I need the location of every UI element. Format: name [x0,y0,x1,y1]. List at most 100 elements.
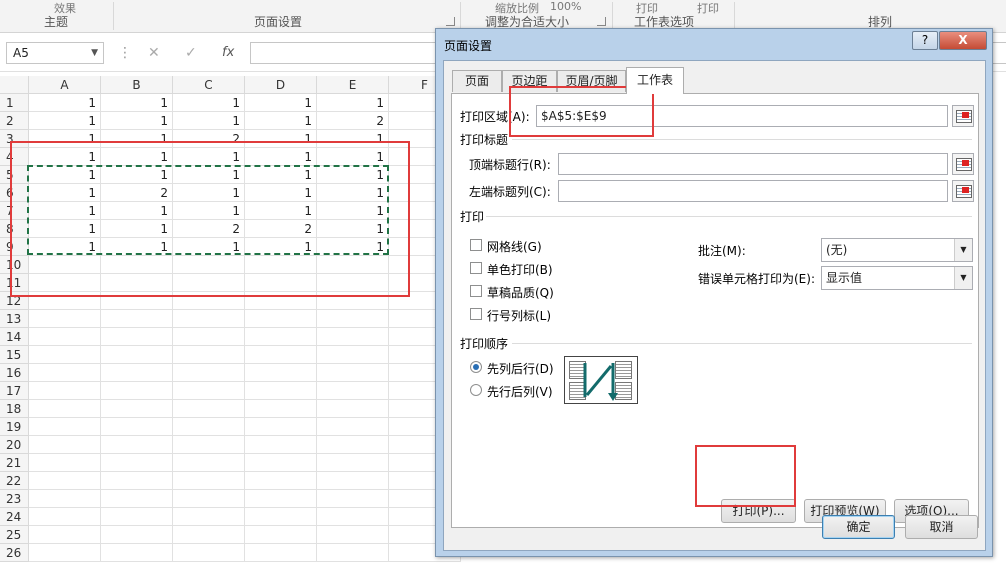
cell[interactable] [245,364,317,382]
cell[interactable] [101,490,173,508]
cell[interactable] [29,490,101,508]
left-columns-input[interactable] [558,180,948,202]
cell[interactable] [101,364,173,382]
row-header[interactable]: 18 [0,400,29,418]
cell[interactable] [173,364,245,382]
cell[interactable] [317,508,389,526]
chevron-down-icon[interactable]: ▼ [91,43,98,63]
cell[interactable] [29,364,101,382]
cell[interactable] [29,400,101,418]
row-header[interactable]: 24 [0,508,29,526]
cell[interactable]: 1 [173,94,245,112]
cell[interactable] [29,436,101,454]
row-header[interactable]: 14 [0,328,29,346]
help-button[interactable]: ? [912,31,938,50]
over-then-down-radio[interactable] [470,384,482,396]
cell[interactable] [317,328,389,346]
page-setup-launcher-icon[interactable] [446,17,455,26]
cell[interactable] [29,544,101,562]
cell[interactable] [101,382,173,400]
fx-icon[interactable]: fx [222,45,234,60]
cell[interactable] [317,364,389,382]
cell[interactable] [101,526,173,544]
row-header[interactable]: 15 [0,346,29,364]
cell[interactable] [173,526,245,544]
cell[interactable] [101,454,173,472]
select-all-corner[interactable] [0,76,29,94]
scale-launcher-icon[interactable] [597,17,606,26]
cell[interactable] [245,400,317,418]
cell[interactable] [317,436,389,454]
comments-select[interactable]: (无) ▼ [821,238,973,262]
collapse-dialog-icon[interactable] [952,105,974,127]
cell[interactable] [173,472,245,490]
tab-page[interactable]: 页面 [452,70,502,92]
cell[interactable] [101,472,173,490]
more-options-icon[interactable]: ⋮ [118,45,132,61]
ribbon-scale-value[interactable]: 100% [550,0,581,13]
cell[interactable] [245,490,317,508]
cell[interactable]: 1 [101,94,173,112]
chevron-down-icon[interactable]: ▼ [954,267,972,289]
cell[interactable] [245,472,317,490]
row-header[interactable]: 1 [0,94,29,112]
cell[interactable]: 1 [101,112,173,130]
column-header[interactable]: A [29,76,101,94]
cell[interactable] [317,418,389,436]
cell[interactable] [245,346,317,364]
row-header[interactable]: 21 [0,454,29,472]
cell[interactable] [29,508,101,526]
ok-button[interactable]: 确定 [822,515,895,539]
cancel-icon[interactable]: ✕ [148,45,160,61]
cell[interactable] [101,508,173,526]
cell[interactable] [101,328,173,346]
cell[interactable] [317,454,389,472]
cell[interactable] [101,544,173,562]
cell[interactable] [173,490,245,508]
cell[interactable] [317,346,389,364]
row-header[interactable]: 20 [0,436,29,454]
draft-quality-checkbox[interactable] [470,285,482,297]
column-header[interactable]: D [245,76,317,94]
cell[interactable]: 2 [317,112,389,130]
close-button[interactable]: X [939,31,987,50]
cell[interactable] [317,400,389,418]
row-header[interactable]: 19 [0,418,29,436]
column-header[interactable]: C [173,76,245,94]
cell[interactable] [245,382,317,400]
cell-errors-select[interactable]: 显示值 ▼ [821,266,973,290]
row-header[interactable]: 23 [0,490,29,508]
cell[interactable] [173,382,245,400]
row-header[interactable]: 2 [0,112,29,130]
cell[interactable] [29,472,101,490]
cell[interactable] [173,328,245,346]
enter-icon[interactable]: ✓ [185,45,197,61]
cell[interactable] [317,472,389,490]
cell[interactable] [245,544,317,562]
cancel-button[interactable]: 取消 [905,515,978,539]
row-header[interactable]: 26 [0,544,29,562]
row-header[interactable]: 13 [0,310,29,328]
cell[interactable] [245,508,317,526]
cell[interactable] [29,382,101,400]
row-header[interactable]: 17 [0,382,29,400]
row-header[interactable]: 25 [0,526,29,544]
cell[interactable]: 1 [29,112,101,130]
tab-sheet[interactable]: 工作表 [626,67,684,94]
row-header[interactable]: 22 [0,472,29,490]
cell[interactable] [29,454,101,472]
cell[interactable]: 1 [245,94,317,112]
cell[interactable] [101,400,173,418]
cell[interactable] [29,346,101,364]
cell[interactable] [173,454,245,472]
cell[interactable] [173,544,245,562]
name-box[interactable]: A5 ▼ [6,42,104,64]
cell[interactable] [245,328,317,346]
cell[interactable] [317,526,389,544]
cell[interactable] [173,436,245,454]
cell[interactable] [245,310,317,328]
cell[interactable]: 1 [173,112,245,130]
row-header[interactable]: 16 [0,364,29,382]
cell[interactable] [29,526,101,544]
collapse-dialog-icon[interactable] [952,180,974,202]
